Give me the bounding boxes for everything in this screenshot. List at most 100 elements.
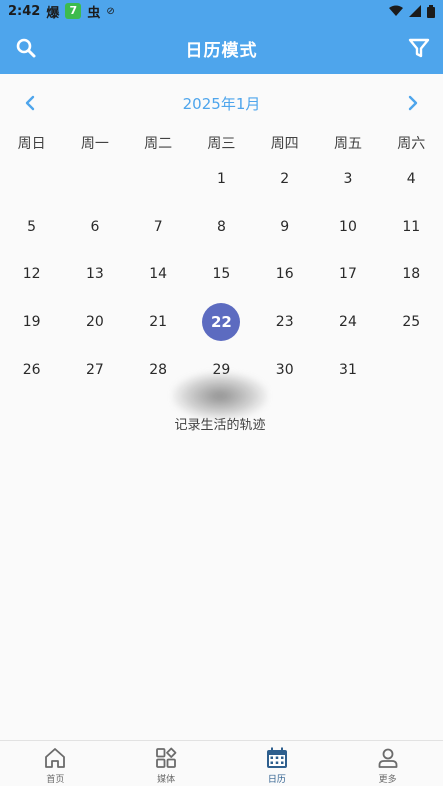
calendar-day-number: 11 (402, 218, 421, 235)
calendar-day-number: 5 (27, 218, 37, 235)
calendar-day[interactable]: 8 (190, 203, 253, 251)
calendar-day[interactable]: 28 (127, 346, 190, 394)
calendar-day[interactable]: 30 (253, 346, 316, 394)
calendar-day-blank (0, 155, 63, 203)
calendar-day-selected[interactable]: 22 (190, 298, 253, 346)
calendar-day[interactable]: 16 (253, 251, 316, 299)
calendar-day[interactable]: 17 (316, 251, 379, 299)
calendar-day-number: 14 (149, 266, 168, 283)
calendar-day-number: 17 (339, 266, 357, 283)
weekday-wed: 周三 (207, 136, 236, 152)
signal-icon (409, 5, 421, 17)
weekday-thu: 周四 (270, 136, 299, 152)
calendar-day[interactable]: 29 (190, 346, 253, 394)
calendar-day-number: 3 (343, 170, 353, 187)
nav-item-media[interactable]: 媒体 (111, 741, 222, 786)
home-icon (45, 748, 66, 768)
calendar-day-number: 1 (216, 170, 226, 187)
calendar-day-number: 20 (85, 314, 104, 331)
status-time: 2:42 (8, 3, 41, 19)
calendar-day[interactable]: 5 (0, 203, 63, 251)
calendar-day-number: 8 (216, 218, 226, 235)
calendar-day[interactable]: 13 (63, 251, 126, 299)
wifi-icon (389, 5, 403, 16)
filter-icon[interactable] (407, 36, 431, 60)
calendar-day[interactable]: 3 (316, 155, 379, 203)
calendar-day[interactable]: 2 (253, 155, 316, 203)
calendar-day[interactable]: 26 (0, 346, 63, 394)
calendar-day-number: 13 (85, 266, 104, 283)
month-navigation: 2025年1月 (0, 86, 443, 120)
nav-label-calendar: 日历 (267, 775, 286, 785)
chevron-right-icon[interactable] (402, 92, 424, 114)
calendar-day[interactable]: 19 (0, 298, 63, 346)
calendar-day[interactable]: 25 (380, 298, 443, 346)
search-icon[interactable] (14, 36, 38, 60)
calendar-day-number: 23 (275, 314, 294, 331)
calendar-day[interactable]: 7 (127, 203, 190, 251)
weekday-fri: 周五 (333, 136, 362, 152)
status-bar: 2:42 爆 7 虫 ⊘ (0, 0, 443, 22)
nav-label-media: 媒体 (157, 775, 176, 785)
nav-item-home[interactable]: 首页 (0, 741, 111, 786)
weekday-header: 周日 周一 周二 周三 周四 周五 周六 (0, 131, 443, 157)
calendar-day[interactable]: 12 (0, 251, 63, 299)
calendar-day-number: 9 (280, 218, 290, 235)
calendar-day-number: 29 (212, 362, 231, 379)
nav-label-home: 首页 (46, 775, 65, 785)
grid-icon (156, 747, 177, 768)
calendar-day[interactable]: 6 (63, 203, 126, 251)
battery-icon (427, 4, 435, 18)
calendar-day[interactable]: 9 (253, 203, 316, 251)
calendar-icon (266, 747, 287, 768)
badge-icon: 7 (65, 3, 82, 19)
weekday-sun: 周日 (17, 136, 46, 152)
weekday-sat: 周六 (397, 136, 426, 152)
calendar-day[interactable]: 20 (63, 298, 126, 346)
calendar-day-number: 27 (85, 362, 104, 379)
sync-icon: ⊘ (106, 5, 115, 17)
nav-item-calendar[interactable]: 日历 (222, 741, 333, 786)
calendar-day-number: 10 (339, 218, 357, 235)
calendar-day-number: 12 (22, 266, 41, 283)
calendar-day-number: 16 (275, 266, 294, 283)
calendar-day[interactable]: 18 (380, 251, 443, 299)
calendar-day[interactable]: 10 (316, 203, 379, 251)
app-bar: 日历模式 (0, 22, 443, 74)
calendar-day[interactable]: 14 (127, 251, 190, 299)
calendar-day-number: 6 (90, 218, 100, 235)
overlay-caption: 记录生活的轨迹 (174, 418, 266, 433)
calendar-day-number: 24 (339, 314, 357, 331)
weekday-tue: 周二 (144, 136, 173, 152)
calendar-day-grid: 1 2 3 4 5 6 7 8 9 10 11 12 13 14 15 16 17 18 19 20 21 22 23 24 2… (0, 155, 443, 394)
nav-label-more: 更多 (378, 775, 397, 785)
calendar-day-number: 4 (406, 170, 416, 187)
calendar-day-number: 31 (339, 362, 357, 379)
calendar-day[interactable]: 27 (63, 346, 126, 394)
calendar-day-number: 7 (153, 218, 163, 235)
calendar-day-number: 2 (280, 170, 290, 187)
calendar-day[interactable]: 1 (190, 155, 253, 203)
calendar-day-number: 21 (149, 314, 168, 331)
status-left: 2:42 爆 7 虫 ⊘ (8, 2, 115, 21)
calendar-day-number: 22 (202, 303, 241, 342)
calendar-day[interactable]: 23 (253, 298, 316, 346)
page-title: 日历模式 (185, 40, 258, 61)
calendar-day[interactable]: 11 (380, 203, 443, 251)
calendar-day-blank (63, 155, 126, 203)
app-notification-icon-2: 虫 (87, 5, 101, 21)
calendar-day[interactable]: 15 (190, 251, 253, 299)
month-label: 2025年1月 (182, 95, 261, 113)
status-right (389, 4, 435, 18)
calendar-day-number: 26 (22, 362, 41, 379)
calendar-day-number: 19 (22, 314, 41, 331)
calendar-day-number: 15 (212, 266, 231, 283)
calendar-day[interactable]: 31 (316, 346, 379, 394)
weekday-mon: 周一 (80, 136, 109, 152)
app-notification-icon: 爆 (46, 5, 60, 21)
nav-item-more[interactable]: 更多 (332, 741, 443, 786)
calendar-day[interactable]: 21 (127, 298, 190, 346)
calendar-day[interactable]: 24 (316, 298, 379, 346)
calendar-day[interactable]: 4 (380, 155, 443, 203)
calendar-day-number: 18 (402, 266, 421, 283)
